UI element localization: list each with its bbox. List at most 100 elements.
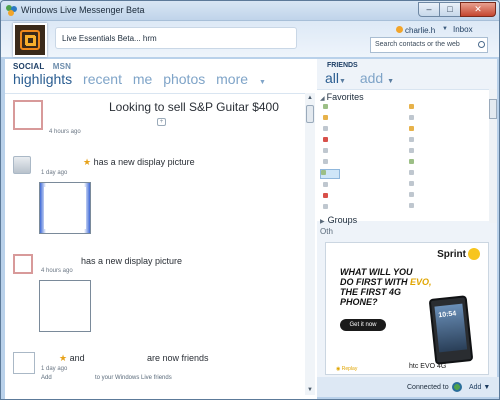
nav-me[interactable]: me — [133, 71, 152, 87]
advertisement[interactable]: Sprint WHAT WILL YOU DO FIRST WITH EVO, … — [325, 242, 489, 375]
scrollbar-thumb[interactable] — [489, 99, 497, 119]
contact-item[interactable] — [409, 170, 417, 177]
scroll-down-icon[interactable]: ▼ — [307, 387, 313, 393]
friends-pane: FRIENDS all▼ add ▼ ◢ Favorites ▶ Groups … — [317, 59, 497, 377]
sprint-logo: Sprint — [437, 249, 466, 260]
search-icon[interactable] — [478, 41, 485, 48]
ad-headline-line3: THE FIRST 4G — [340, 287, 402, 297]
contact-item[interactable] — [409, 137, 417, 144]
contact-thumbnail[interactable] — [13, 352, 35, 374]
feed-item-time: 1 day ago — [41, 170, 68, 176]
feed-item-time: 1 day ago — [41, 366, 68, 372]
comment-icon[interactable]: + — [157, 118, 166, 126]
contact-thumbnail[interactable] — [13, 254, 33, 274]
contact-item[interactable] — [323, 126, 331, 133]
friends-all[interactable]: all▼ — [325, 70, 346, 86]
contact-item[interactable] — [323, 104, 331, 111]
chevron-down-icon: ▼ — [387, 78, 395, 85]
friends-nav: all▼ add ▼ — [325, 70, 394, 86]
contact-item-selected[interactable] — [320, 169, 340, 179]
feed-item-text-body: has a new display picture — [93, 157, 195, 167]
ad-headline-evo: EVO, — [410, 277, 432, 287]
contact-item[interactable] — [323, 182, 331, 189]
contact-item[interactable] — [323, 193, 331, 200]
chevron-down-icon: ▼ — [258, 79, 266, 86]
contact-thumbnail[interactable] — [13, 156, 31, 174]
display-picture-photo[interactable] — [39, 280, 91, 332]
friends-add[interactable]: add ▼ — [360, 70, 394, 86]
contact-item[interactable] — [323, 159, 331, 166]
add-button[interactable]: Add ▼ — [469, 384, 490, 391]
friends-label: FRIENDS — [327, 62, 358, 69]
contact-item[interactable] — [409, 181, 417, 188]
nav-more[interactable]: more ▼ — [216, 71, 273, 87]
feed-scrollbar[interactable]: ▲ ▼ — [305, 93, 315, 395]
feed-item-time: 4 hours ago — [41, 268, 73, 274]
contact-item[interactable] — [323, 115, 331, 122]
contact-list: ◢ Favorites — [317, 89, 489, 221]
contact-item[interactable] — [323, 204, 331, 211]
scroll-up-icon[interactable]: ▲ — [307, 95, 313, 101]
group-other[interactable]: Oth — [320, 227, 333, 236]
contact-list-scrollbar[interactable] — [489, 89, 497, 223]
status-bar: Connected to Add ▼ — [317, 377, 499, 397]
add-friend-link[interactable]: Add — [41, 375, 52, 381]
group-groups[interactable]: ▶ Groups — [320, 215, 357, 225]
group-favorites[interactable]: ◢ Favorites — [320, 92, 364, 102]
contact-item[interactable] — [409, 192, 417, 199]
tab-msn[interactable]: MSN — [53, 62, 71, 71]
connection-icon[interactable] — [452, 382, 462, 392]
feed-item-time: 4 hours ago — [49, 129, 81, 135]
phone-image: 10:54 — [428, 295, 474, 365]
social-nav: highlights recent me photos more ▼ — [13, 71, 280, 87]
social-tabs: SOCIAL MSN — [13, 62, 71, 71]
nav-more-label: more — [216, 71, 249, 87]
avatar-logo-icon — [20, 30, 40, 50]
contact-item[interactable] — [409, 159, 417, 166]
tab-social[interactable]: SOCIAL — [13, 62, 44, 71]
nav-highlights[interactable]: highlights — [13, 71, 72, 87]
inbox-link[interactable]: Inbox — [453, 25, 473, 34]
contact-item[interactable] — [323, 148, 331, 155]
chevron-down-icon[interactable]: ▼ — [442, 26, 448, 32]
sprint-logo-icon — [468, 248, 480, 260]
chevron-down-icon: ▼ — [339, 78, 346, 85]
phone-screen: 10:54 — [434, 303, 468, 353]
scrollbar-thumb[interactable] — [306, 105, 314, 123]
contact-item[interactable] — [409, 115, 417, 122]
title-bar: Windows Live Messenger Beta – □ ✕ — [1, 1, 499, 21]
contact-item[interactable] — [409, 203, 417, 210]
ad-headline-line1: WHAT WILL YOU — [340, 267, 413, 277]
ad-headline-line2: DO FIRST WITH EVO, — [340, 277, 450, 287]
close-button[interactable]: ✕ — [460, 2, 496, 17]
connected-label: Connected to — [407, 384, 449, 391]
user-name-menu[interactable]: charlie.h — [405, 26, 435, 35]
messenger-window: Windows Live Messenger Beta – □ ✕ Live E… — [0, 0, 500, 400]
contact-item[interactable] — [409, 126, 417, 133]
contact-thumbnail[interactable] — [13, 100, 43, 130]
feed-item-text-end: are now friends — [147, 353, 209, 363]
nav-photos[interactable]: photos — [163, 71, 205, 87]
search-input[interactable]: Search contacts or the web — [370, 37, 488, 53]
contact-item[interactable] — [409, 148, 417, 155]
friends-add-label: add — [359, 70, 384, 86]
ad-cta-button[interactable]: Get it now — [340, 319, 386, 331]
ad-replay-label: Replay — [341, 366, 358, 372]
maximize-button[interactable]: □ — [439, 2, 461, 17]
display-picture-photo[interactable] — [39, 182, 91, 234]
collapse-icon: ▶ — [320, 219, 325, 225]
feed-item-title: Looking to sell S&P Guitar $400 — [109, 100, 279, 114]
contact-item[interactable] — [409, 104, 417, 111]
minimize-button[interactable]: – — [418, 2, 440, 17]
nav-recent[interactable]: recent — [83, 71, 122, 87]
ad-replay-link[interactable]: ◉ Replay — [336, 366, 357, 372]
window-controls: – □ ✕ — [418, 2, 496, 17]
star-icon: ★ — [83, 157, 92, 167]
status-message-input[interactable]: Live Essentials Beta... hrm — [55, 27, 297, 49]
feed-item-text: has a new display picture — [81, 256, 183, 266]
expand-icon: ◢ — [320, 96, 325, 102]
avatar[interactable] — [13, 23, 47, 57]
contact-item[interactable] — [323, 137, 331, 144]
feed-item-text: ★ has a new display picture — [83, 157, 195, 168]
feed-item-text: ★ and — [59, 353, 85, 364]
